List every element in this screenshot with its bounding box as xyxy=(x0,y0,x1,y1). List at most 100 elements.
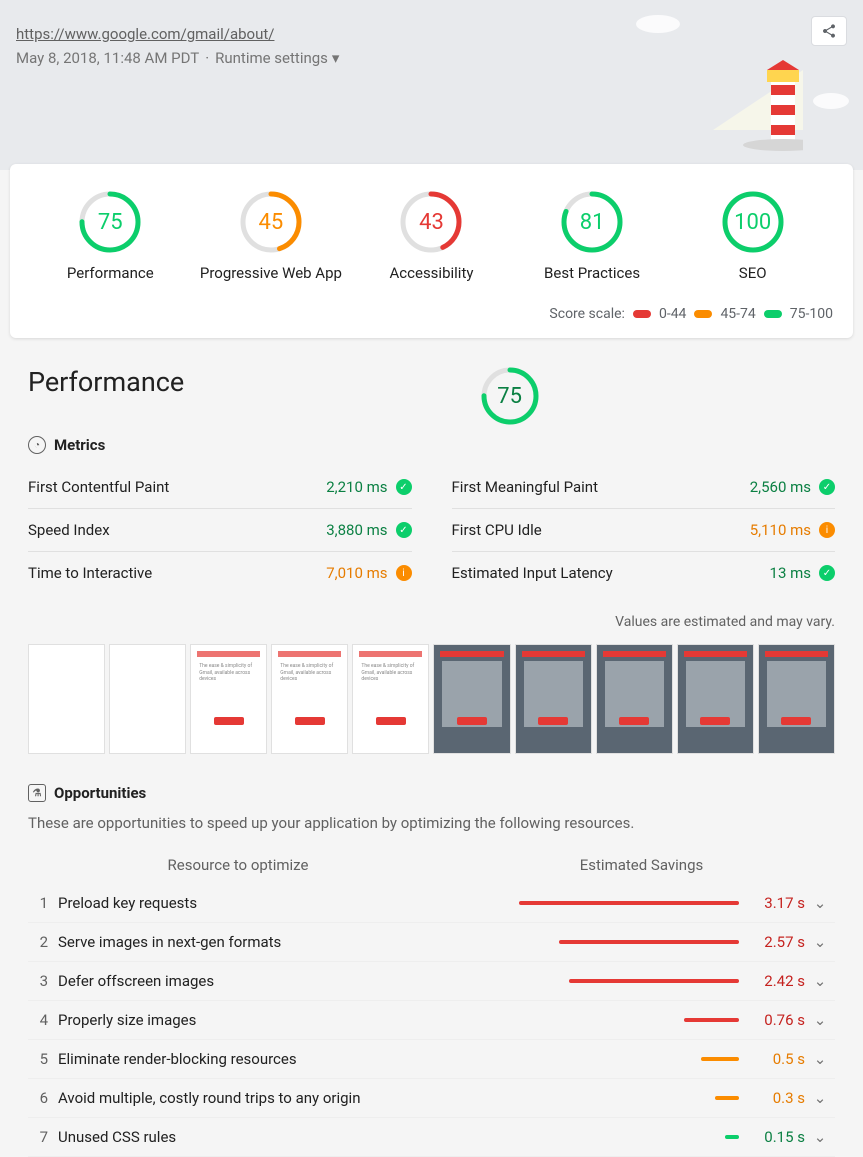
scale-pill-pass xyxy=(764,310,782,318)
metric-value: 2,560 ms xyxy=(750,478,811,496)
chevron-down-icon[interactable]: ⌄ xyxy=(805,894,835,912)
share-icon xyxy=(821,23,837,39)
metric-name: Speed Index xyxy=(28,521,110,539)
opportunity-index: 4 xyxy=(28,1011,58,1029)
info-icon: i xyxy=(819,522,835,538)
chevron-down-icon[interactable]: ⌄ xyxy=(805,1050,835,1068)
metric-value: 2,210 ms xyxy=(326,478,387,496)
savings-bar xyxy=(715,1096,739,1100)
metric-row: Estimated Input Latency 13 ms ✓ xyxy=(452,552,836,594)
opportunity-row[interactable]: 1 Preload key requests 3.17 s ⌄ xyxy=(28,884,835,923)
cloud-icon xyxy=(633,10,683,34)
score-scale-legend: Score scale: 0-44 45-74 75-100 xyxy=(30,306,833,322)
metric-value: 7,010 ms xyxy=(326,564,387,582)
score-label: Accessibility xyxy=(351,264,512,282)
metric-row: Time to Interactive 7,010 ms i xyxy=(28,552,412,594)
chevron-down-icon: ▾ xyxy=(332,49,340,67)
opportunity-index: 7 xyxy=(28,1128,58,1146)
opportunity-name: Properly size images xyxy=(58,1011,438,1029)
audited-url[interactable]: https://www.google.com/gmail/about/ xyxy=(16,25,274,43)
metric-name: First Meaningful Paint xyxy=(452,478,598,496)
score-performance[interactable]: 75 Performance xyxy=(30,190,191,282)
share-button[interactable] xyxy=(811,16,847,46)
filmstrip-frame xyxy=(433,644,510,754)
opportunity-row[interactable]: 6 Avoid multiple, costly round trips to … xyxy=(28,1079,835,1118)
stopwatch-icon: ◔ xyxy=(28,436,46,454)
runtime-settings-label: Runtime settings xyxy=(215,49,328,67)
audit-timestamp: May 8, 2018, 11:48 AM PDT xyxy=(16,49,199,67)
chevron-down-icon[interactable]: ⌄ xyxy=(805,1128,835,1146)
metric-name: First Contentful Paint xyxy=(28,478,169,496)
check-icon: ✓ xyxy=(819,565,835,581)
opportunity-savings: 0.5 s xyxy=(745,1050,805,1068)
filmstrip-frame xyxy=(515,644,592,754)
score-seo[interactable]: 100 SEO xyxy=(672,190,833,282)
filmstrip-frame: The ease & simplicity of Gmail, availabl… xyxy=(190,644,267,754)
metric-value: 13 ms xyxy=(770,564,811,582)
opportunity-savings: 2.42 s xyxy=(745,972,805,990)
chevron-down-icon[interactable]: ⌄ xyxy=(805,1089,835,1107)
opportunity-index: 5 xyxy=(28,1050,58,1068)
savings-bar xyxy=(725,1135,739,1139)
score-scale-label: Score scale: xyxy=(549,306,625,322)
opportunity-name: Defer offscreen images xyxy=(58,972,438,990)
opportunity-index: 3 xyxy=(28,972,58,990)
opportunity-name: Unused CSS rules xyxy=(58,1128,438,1146)
score-value: 45 xyxy=(239,190,303,254)
opportunity-name: Eliminate render-blocking resources xyxy=(58,1050,438,1068)
chevron-down-icon[interactable]: ⌄ xyxy=(805,1011,835,1029)
filmstrip: The ease & simplicity of Gmail, availabl… xyxy=(28,644,835,754)
opportunity-row[interactable]: 3 Defer offscreen images 2.42 s ⌄ xyxy=(28,962,835,1001)
metric-value: 5,110 ms xyxy=(750,521,811,539)
score-progressive web app[interactable]: 45 Progressive Web App xyxy=(191,190,352,282)
filmstrip-frame xyxy=(28,644,105,754)
opportunity-row[interactable]: 7 Unused CSS rules 0.15 s ⌄ xyxy=(28,1118,835,1157)
savings-bar xyxy=(569,979,739,983)
cloud-icon xyxy=(809,90,853,110)
filmstrip-frame xyxy=(596,644,673,754)
info-icon: i xyxy=(396,565,412,581)
performance-section-title: Performance xyxy=(28,366,184,398)
score-best practices[interactable]: 81 Best Practices xyxy=(512,190,673,282)
opportunities-description: These are opportunities to speed up your… xyxy=(28,814,835,832)
opportunity-row[interactable]: 4 Properly size images 0.76 s ⌄ xyxy=(28,1001,835,1040)
opportunity-row[interactable]: 5 Eliminate render-blocking resources 0.… xyxy=(28,1040,835,1079)
opportunity-index: 1 xyxy=(28,894,58,912)
savings-bar xyxy=(701,1057,739,1061)
opportunity-name: Avoid multiple, costly round trips to an… xyxy=(58,1089,438,1107)
savings-bar xyxy=(684,1018,739,1022)
opportunity-savings: 0.15 s xyxy=(745,1128,805,1146)
savings-bar xyxy=(559,940,739,944)
filmstrip-frame: The ease & simplicity of Gmail, availabl… xyxy=(271,644,348,754)
opportunity-savings: 0.3 s xyxy=(745,1089,805,1107)
score-label: SEO xyxy=(672,264,833,282)
filmstrip-frame xyxy=(677,644,754,754)
score-accessibility[interactable]: 43 Accessibility xyxy=(351,190,512,282)
metric-row: First CPU Idle 5,110 ms i xyxy=(452,509,836,552)
chevron-down-icon[interactable]: ⌄ xyxy=(805,972,835,990)
score-value: 100 xyxy=(721,190,785,254)
lab-icon: ⚗ xyxy=(28,784,46,802)
check-icon: ✓ xyxy=(396,522,412,538)
filmstrip-frame: The ease & simplicity of Gmail, availabl… xyxy=(352,644,429,754)
score-value: 81 xyxy=(560,190,624,254)
opportunity-savings: 3.17 s xyxy=(745,894,805,912)
metric-value: 3,880 ms xyxy=(326,521,387,539)
chevron-down-icon[interactable]: ⌄ xyxy=(805,933,835,951)
opportunities-header: ⚗ Opportunities xyxy=(28,784,835,802)
filmstrip-frame xyxy=(758,644,835,754)
score-value: 75 xyxy=(78,190,142,254)
opportunity-name: Serve images in next-gen formats xyxy=(58,933,438,951)
scores-summary-card: 75 Performance 45 Progressive Web App 43… xyxy=(10,164,853,338)
metrics-note: Values are estimated and may vary. xyxy=(28,614,835,630)
check-icon: ✓ xyxy=(396,479,412,495)
savings-bar xyxy=(519,901,739,905)
metric-name: First CPU Idle xyxy=(452,521,542,539)
opportunity-savings: 2.57 s xyxy=(745,933,805,951)
opportunity-row[interactable]: 2 Serve images in next-gen formats 2.57 … xyxy=(28,923,835,962)
metric-name: Estimated Input Latency xyxy=(452,564,613,582)
metric-name: Time to Interactive xyxy=(28,564,152,582)
metric-row: Speed Index 3,880 ms ✓ xyxy=(28,509,412,552)
filmstrip-frame xyxy=(109,644,186,754)
runtime-settings-toggle[interactable]: Runtime settings ▾ xyxy=(215,49,339,67)
